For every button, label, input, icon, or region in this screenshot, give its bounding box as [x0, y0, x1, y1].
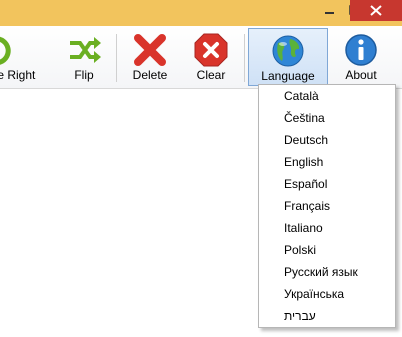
- language-option[interactable]: Українська: [260, 283, 394, 305]
- globe-icon: [272, 35, 304, 67]
- rotate-right-icon: [0, 36, 11, 65]
- language-option[interactable]: Català: [260, 85, 394, 107]
- minimize-icon: [325, 12, 334, 14]
- language-menu: Català Čeština Deutsch English Español F…: [258, 84, 396, 328]
- language-option[interactable]: עברית: [260, 305, 394, 327]
- about-label: About: [345, 68, 377, 82]
- delete-label: Delete: [132, 68, 168, 82]
- minimize-button[interactable]: [316, 0, 342, 21]
- rotate-right-label: te Right: [0, 68, 36, 82]
- clear-icon: [194, 33, 228, 67]
- title-bar: [0, 0, 402, 26]
- close-icon: [370, 5, 382, 16]
- clear-button[interactable]: Clear: [184, 28, 238, 86]
- language-button[interactable]: Language: [248, 28, 328, 86]
- language-option[interactable]: Español: [260, 173, 394, 195]
- delete-button[interactable]: Delete: [122, 28, 178, 86]
- language-option[interactable]: Italiano: [260, 217, 394, 239]
- clear-label: Clear: [196, 68, 226, 82]
- language-option[interactable]: English: [260, 151, 394, 173]
- language-option[interactable]: Deutsch: [260, 129, 394, 151]
- rotate-right-button[interactable]: te Right: [0, 28, 50, 86]
- language-option[interactable]: Polski: [260, 239, 394, 261]
- language-option[interactable]: Français: [260, 195, 394, 217]
- flip-label: Flip: [74, 68, 94, 82]
- about-button[interactable]: About: [334, 28, 388, 86]
- toolbar: te Right Flip Delete Clear Lang: [0, 26, 402, 89]
- toolbar-separator: [244, 34, 245, 82]
- delete-icon: [134, 34, 166, 66]
- language-label: Language: [261, 69, 315, 83]
- close-button[interactable]: [350, 0, 402, 21]
- flip-icon: [70, 37, 101, 63]
- toolbar-separator: [116, 34, 117, 82]
- flip-button[interactable]: Flip: [58, 28, 110, 86]
- info-icon: [345, 34, 377, 66]
- language-option[interactable]: Čeština: [260, 107, 394, 129]
- language-option[interactable]: Русский язык: [260, 261, 394, 283]
